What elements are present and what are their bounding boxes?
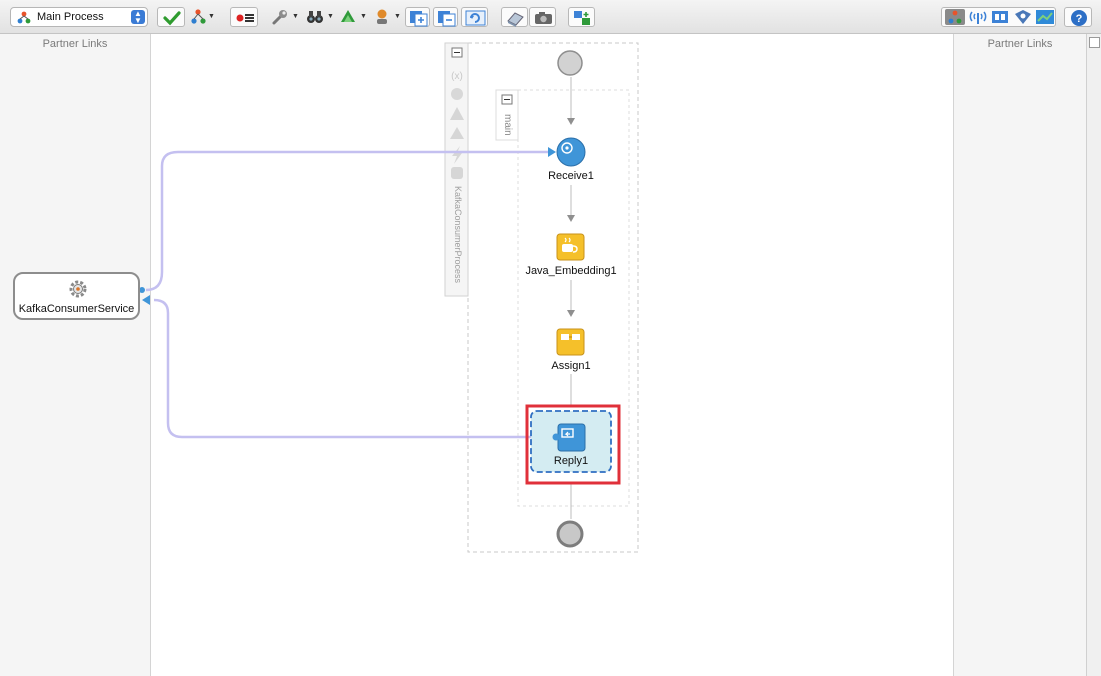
java-embedding-label[interactable]: Java_Embedding1 [511,265,631,277]
reply-label[interactable]: Reply1 [521,455,621,467]
scope-box [467,42,639,553]
scope-event-icon[interactable] [451,167,463,179]
partner-link-label: KafkaConsumerService [18,303,135,315]
scope-gear-icon[interactable] [451,88,463,100]
reply-connector-arrow [142,295,150,305]
assign-label[interactable]: Assign1 [521,360,621,372]
scope-label: KafkaConsumerProcess [453,186,463,284]
kafka-consumer-service[interactable]: KafkaConsumerService [13,272,140,320]
variables-icon[interactable]: (x) [451,71,463,82]
receive-connector [145,150,548,292]
receive-activity-label[interactable]: Receive1 [521,170,621,182]
gear-icon [69,280,87,298]
assign-icon[interactable] [556,328,585,356]
process-canvas: (x) [139,42,639,553]
end-node[interactable] [556,520,584,548]
receive-connector-arrow [548,147,556,157]
reply-connector [153,298,556,439]
sequence-label: main [502,114,513,136]
start-node[interactable] [557,50,583,76]
